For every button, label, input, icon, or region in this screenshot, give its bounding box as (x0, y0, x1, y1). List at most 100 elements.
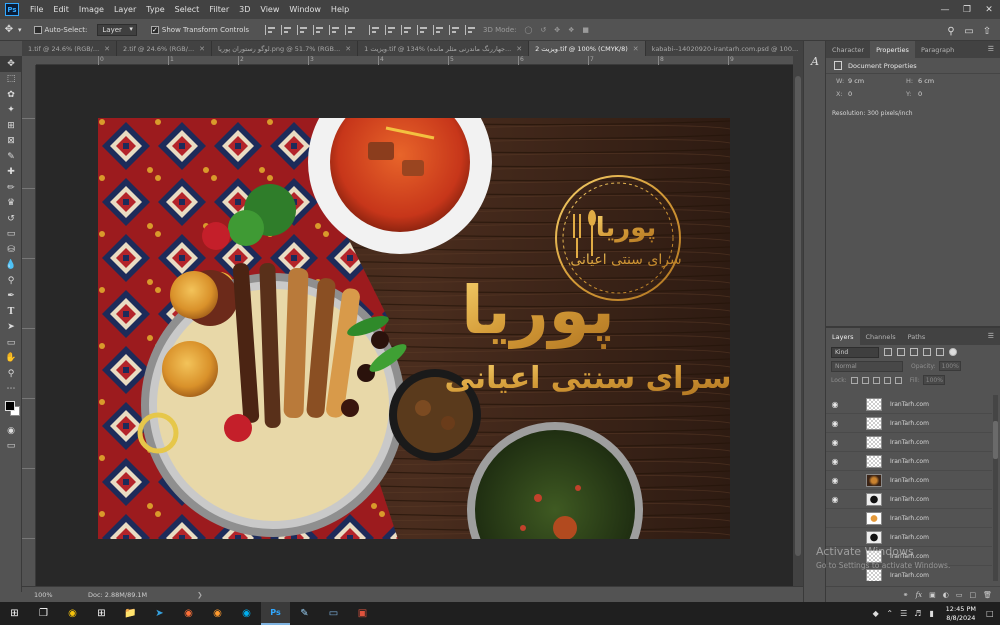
close-icon[interactable]: ✕ (199, 45, 205, 53)
auto-select-dropdown[interactable]: Layer (97, 23, 137, 36)
tab-paragraph[interactable]: Paragraph (915, 41, 960, 58)
menu-filter[interactable]: Filter (204, 5, 234, 14)
menu-edit[interactable]: Edit (48, 5, 74, 14)
type-filter-icon[interactable] (910, 348, 918, 356)
quick-mask-icon[interactable]: ◉ (0, 423, 22, 439)
distribute-top-icon[interactable] (369, 24, 381, 35)
3d-scale-icon[interactable]: ■ (582, 26, 589, 34)
layer-style-icon[interactable]: fx (916, 591, 923, 599)
lock-all-icon[interactable] (894, 376, 902, 384)
tab-layers[interactable]: Layers (826, 328, 860, 345)
close-icon[interactable]: ✕ (104, 45, 110, 53)
menu-view[interactable]: View (255, 5, 284, 14)
document-tab[interactable]: لوگو رستوران پوریا.png @ 51.7% (RGB... ✕ (212, 41, 359, 56)
close-icon[interactable]: ✕ (633, 45, 639, 53)
fill-field[interactable]: 100% (922, 375, 945, 385)
screen-mode-icon[interactable]: ▭ (0, 439, 22, 455)
photoshop-taskbar-icon[interactable]: Ps (261, 602, 290, 625)
visibility-eye-icon[interactable]: ◉ (826, 438, 844, 447)
document-canvas[interactable]: پوریا سرای سنتی اعیانی پوریا سرای سنتی ا… (98, 118, 730, 539)
quick-select-tool-icon[interactable]: ✦ (0, 103, 22, 119)
lock-artboard-icon[interactable] (883, 376, 891, 384)
foreground-color-swatch[interactable] (5, 401, 15, 411)
brush-tool-icon[interactable]: ✏ (0, 180, 22, 196)
distribute-right-icon[interactable] (449, 24, 461, 35)
height-field[interactable]: H: 6 cm (906, 77, 976, 85)
layer-row[interactable]: ◉ IranTarh.com (826, 414, 992, 433)
document-tab-active[interactable]: 2 ویزیت.tif @ 100% (CMYK/8) ✕ (529, 41, 646, 56)
align-vcenter-icon[interactable] (329, 24, 341, 35)
type-tool-icon[interactable]: T (0, 304, 22, 320)
tool-preset-chevron-icon[interactable]: ▾ (18, 26, 22, 34)
lock-pixels-icon[interactable] (861, 376, 869, 384)
close-icon[interactable]: ✕ (978, 0, 1000, 19)
visibility-eye-icon[interactable]: ◉ (826, 533, 844, 542)
align-right-icon[interactable] (297, 24, 309, 35)
path-selection-tool-icon[interactable]: ➤ (0, 320, 22, 336)
distribute-bottom-icon[interactable] (401, 24, 413, 35)
search-icon[interactable]: ⚲ (942, 22, 960, 40)
pen-tool-icon[interactable]: ✒ (0, 289, 22, 305)
zoom-level[interactable]: 100% (22, 591, 60, 599)
layer-row[interactable]: ◉ IranTarh.com (826, 471, 992, 490)
share-icon[interactable]: ⇧ (978, 22, 996, 40)
layer-mask-icon[interactable]: ▣ (929, 591, 936, 599)
eyedropper-tool-icon[interactable]: ✎ (0, 149, 22, 165)
align-top-icon[interactable] (313, 24, 325, 35)
layer-row[interactable]: ◉ IranTarh.com (826, 395, 992, 414)
telegram-icon[interactable]: ➤ (145, 602, 174, 625)
calculator-icon[interactable]: ⊞ (87, 602, 116, 625)
layer-row[interactable]: ◉ IranTarh.com (826, 433, 992, 452)
visibility-eye-icon[interactable]: ◉ (826, 571, 844, 580)
task-view-icon[interactable]: ❐ (29, 602, 58, 625)
filter-toggle-icon[interactable] (949, 348, 957, 356)
chrome-icon[interactable]: ◉ (58, 602, 87, 625)
clock[interactable]: 12:45 PM 8/8/2024 (946, 605, 976, 623)
marquee-tool-icon[interactable]: ⬚ (0, 72, 22, 88)
layer-row[interactable]: ◉ IranTarh.com (826, 452, 992, 471)
tab-paths[interactable]: Paths (902, 328, 932, 345)
adjustment-layer-icon[interactable]: ◐ (943, 591, 949, 599)
monitor-icon[interactable]: ▭ (319, 602, 348, 625)
canvas-vertical-scrollbar[interactable] (793, 56, 803, 586)
menu-layer[interactable]: Layer (109, 5, 141, 14)
notification-icon[interactable]: □ (986, 609, 1000, 618)
delete-layer-icon[interactable]: 🗑 (983, 591, 992, 599)
hand-tool-icon[interactable]: ✋ (0, 351, 22, 367)
opacity-field[interactable]: 100% (938, 361, 961, 371)
chevron-up-icon[interactable]: ⌃ (884, 602, 896, 625)
3d-roll-icon[interactable]: ↺ (540, 26, 546, 34)
document-tab[interactable]: kababi--14020920-irantarh.com.psd @ 100.… (646, 41, 817, 56)
auto-align-icon[interactable] (465, 24, 477, 35)
crop-tool-icon[interactable]: ⊞ (0, 118, 22, 134)
panel-menu-icon[interactable]: ☰ (988, 332, 994, 340)
document-tab[interactable]: 2.tif @ 24.6% (RGB/... ✕ (117, 41, 213, 56)
app-tray-icon[interactable]: ◆ (870, 602, 882, 625)
visibility-eye-icon[interactable]: ◉ (826, 457, 844, 466)
visibility-eye-icon[interactable]: ◉ (826, 419, 844, 428)
menu-file[interactable]: File (25, 5, 48, 14)
shape-filter-icon[interactable] (923, 348, 931, 356)
layers-scrollbar[interactable] (993, 395, 998, 581)
visibility-eye-icon[interactable]: ◉ (826, 514, 844, 523)
history-brush-tool-icon[interactable]: ↺ (0, 211, 22, 227)
blend-mode-dropdown[interactable]: Normal (831, 360, 903, 372)
scrollbar-thumb[interactable] (993, 421, 998, 459)
menu-help[interactable]: Help (326, 5, 354, 14)
close-icon[interactable]: ✕ (516, 45, 522, 53)
new-layer-icon[interactable]: □ (969, 591, 976, 599)
y-field[interactable]: Y: 0 (906, 90, 976, 98)
lock-transparency-icon[interactable] (850, 376, 858, 384)
eraser-tool-icon[interactable]: ▭ (0, 227, 22, 243)
app-red-icon[interactable]: ▣ (348, 602, 377, 625)
dodge-tool-icon[interactable]: ⚲ (0, 273, 22, 289)
paint-icon[interactable]: ✎ (290, 602, 319, 625)
scrollbar-thumb[interactable] (795, 76, 801, 556)
distribute-vcenter-icon[interactable] (385, 24, 397, 35)
3d-slide-icon[interactable]: ❖ (568, 26, 574, 34)
workspace-icon[interactable]: ▭ (960, 22, 978, 40)
width-field[interactable]: W: 9 cm (836, 77, 906, 85)
minimize-icon[interactable]: — (934, 0, 956, 19)
smart-object-filter-icon[interactable] (936, 348, 944, 356)
frame-tool-icon[interactable]: ⊠ (0, 134, 22, 150)
